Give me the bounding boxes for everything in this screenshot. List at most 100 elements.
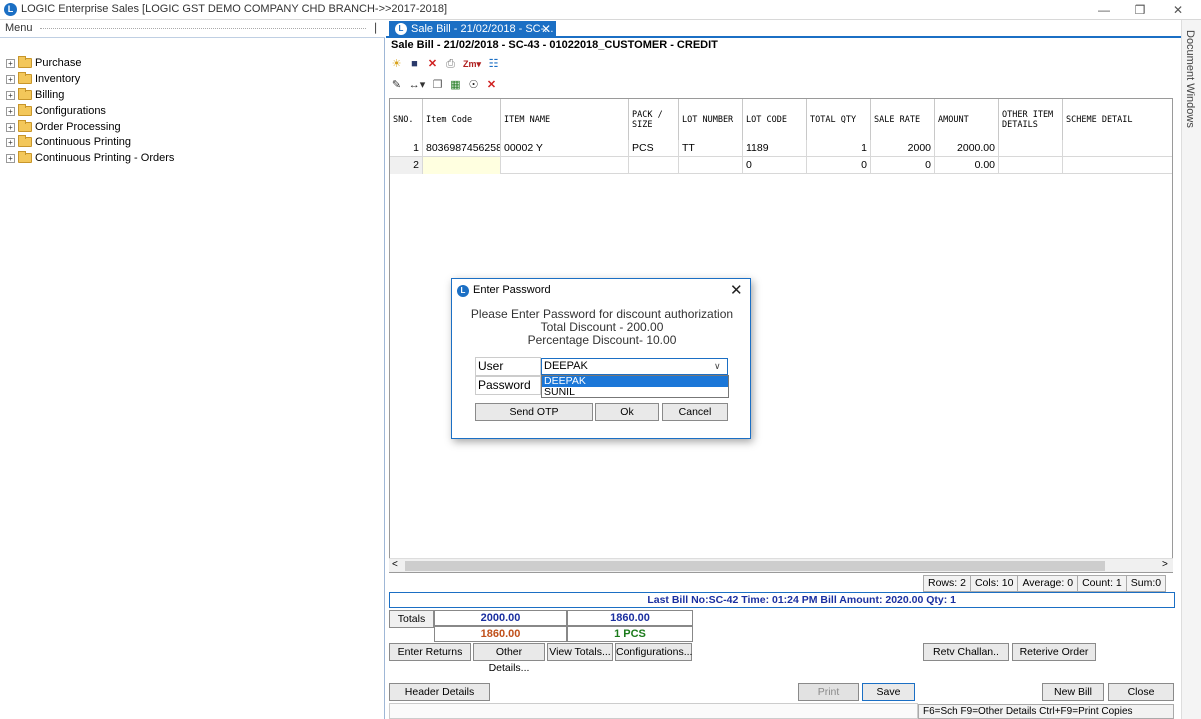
- tab-strip: L Sale Bill - 21/02/2018 - SC-... ✕: [386, 20, 1181, 38]
- scroll-left-icon[interactable]: <: [392, 559, 398, 570]
- cell-scheme-detail[interactable]: [1063, 140, 1172, 157]
- col-header-total-qty[interactable]: TOTAL QTY: [807, 99, 871, 140]
- folder-icon: [18, 88, 32, 100]
- edit-icon[interactable]: ✎: [389, 78, 404, 92]
- cell-item-code[interactable]: 8036987456258: [423, 140, 501, 157]
- dialog-close-icon[interactable]: ✕: [730, 281, 743, 299]
- col-header-item-name[interactable]: ITEM NAME: [501, 99, 629, 140]
- col-header-item-code[interactable]: Item Code: [423, 99, 501, 140]
- enter-returns-button[interactable]: Enter Returns: [389, 643, 471, 661]
- dialog-title: Enter Password: [473, 284, 551, 296]
- cell-lot-number[interactable]: [679, 157, 743, 174]
- cell-scheme-detail[interactable]: [1063, 157, 1172, 174]
- menu-item-billing[interactable]: + Billing: [6, 87, 64, 103]
- total-discount-text: Total Discount - 200.00: [540, 320, 664, 334]
- cell-pack-size[interactable]: [629, 157, 679, 174]
- new-icon[interactable]: ☀: [389, 57, 404, 71]
- cell-total-qty[interactable]: 0: [807, 157, 871, 174]
- save-button[interactable]: Save: [862, 683, 915, 701]
- other-details-button[interactable]: Other Details...: [473, 643, 545, 674]
- expand-icon[interactable]: +: [6, 137, 15, 147]
- cell-amount[interactable]: 0.00: [935, 157, 999, 174]
- col-header-amount[interactable]: AMOUNT: [935, 99, 999, 140]
- menu-item-label: Inventory: [35, 73, 81, 85]
- menu-item-continuous-printing[interactable]: + Continuous Printing: [6, 134, 131, 150]
- col-header-lot-code[interactable]: LOT CODE: [743, 99, 807, 140]
- tab-sale-bill[interactable]: L Sale Bill - 21/02/2018 - SC-... ✕: [389, 21, 556, 38]
- cell-lot-code[interactable]: 0: [743, 157, 807, 174]
- header-details-button[interactable]: Header Details: [389, 683, 490, 701]
- cell-other-item-details[interactable]: [999, 140, 1063, 157]
- user-dropdown-list[interactable]: DEEPAK SUNIL: [541, 375, 729, 398]
- col-header-pack-size[interactable]: PACK / SIZE: [629, 99, 679, 140]
- new-bill-button[interactable]: New Bill: [1042, 683, 1104, 701]
- col-header-sno[interactable]: SNO.: [390, 99, 423, 140]
- cell-item-name[interactable]: 00002 Y: [501, 140, 629, 157]
- expand-icon[interactable]: +: [6, 153, 15, 163]
- save-icon[interactable]: ■: [407, 57, 422, 71]
- option-sunil[interactable]: SUNIL: [542, 387, 728, 398]
- zoom-icon[interactable]: Zm▾: [461, 57, 483, 71]
- cell-sno[interactable]: 2: [390, 157, 423, 174]
- menu-item-inventory[interactable]: + Inventory: [6, 71, 80, 87]
- delete-icon[interactable]: ✕: [425, 57, 440, 71]
- horizontal-scrollbar[interactable]: < >: [389, 558, 1173, 572]
- close-button[interactable]: Close: [1108, 683, 1174, 701]
- network-icon[interactable]: ☷: [486, 57, 501, 71]
- expand-icon[interactable]: +: [6, 74, 15, 84]
- print-button[interactable]: Print: [798, 683, 859, 701]
- cell-pack-size[interactable]: PCS: [629, 140, 679, 157]
- cell-other-item-details[interactable]: [999, 157, 1063, 174]
- menu-item-continuous-printing-orders[interactable]: + Continuous Printing - Orders: [6, 150, 174, 166]
- pin-icon[interactable]: ❘: [371, 21, 380, 34]
- move-icon[interactable]: ↔▾: [407, 78, 427, 92]
- cell-amount[interactable]: 2000.00: [935, 140, 999, 157]
- cell-item-code[interactable]: [423, 157, 501, 174]
- cell-total-qty[interactable]: 1: [807, 140, 871, 157]
- cancel-button[interactable]: Cancel: [662, 403, 728, 421]
- scrollbar-thumb[interactable]: [405, 561, 1105, 571]
- menu-item-purchase[interactable]: + Purchase: [6, 55, 81, 71]
- folder-icon: [18, 135, 32, 147]
- col-header-scheme-detail[interactable]: SCHEME DETAIL: [1063, 99, 1172, 140]
- cell-sale-rate[interactable]: 0: [871, 157, 935, 174]
- close-red-icon[interactable]: ✕: [484, 78, 499, 92]
- cell-sno[interactable]: 1: [390, 140, 423, 157]
- col-header-sale-rate[interactable]: SALE RATE: [871, 99, 935, 140]
- cell-lot-number[interactable]: TT: [679, 140, 743, 157]
- minimize-button[interactable]: —: [1086, 0, 1122, 20]
- chevron-down-icon[interactable]: ∨: [714, 359, 721, 374]
- toolbar-primary: ☀ ■ ✕ ⎙ Zm▾ ☷: [389, 55, 501, 73]
- total-amount: 2000.00: [434, 610, 567, 626]
- col-header-lot-number[interactable]: LOT NUMBER: [679, 99, 743, 140]
- send-otp-button[interactable]: Send OTP: [475, 403, 593, 421]
- excel-icon[interactable]: ▦: [448, 78, 463, 92]
- cell-item-name[interactable]: [501, 157, 629, 174]
- configurations-button[interactable]: Configurations...: [615, 643, 692, 661]
- expand-icon[interactable]: +: [6, 58, 15, 68]
- user-select[interactable]: DEEPAK ∨: [541, 358, 728, 375]
- restore-button[interactable]: ❒: [1122, 0, 1158, 20]
- binoculars-icon[interactable]: ☉: [466, 78, 481, 92]
- ok-button[interactable]: Ok: [595, 403, 659, 421]
- retv-challan-button[interactable]: Retv Challan..: [923, 643, 1009, 661]
- cell-sale-rate[interactable]: 2000: [871, 140, 935, 157]
- enter-password-dialog: L Enter Password ✕ Please Enter Password…: [451, 278, 751, 439]
- document-windows-dock[interactable]: Document Windows: [1181, 20, 1201, 719]
- expand-icon[interactable]: +: [6, 90, 15, 100]
- retrieve-order-button[interactable]: Reterive Order: [1012, 643, 1096, 661]
- expand-icon[interactable]: +: [6, 106, 15, 116]
- menu-item-order-processing[interactable]: + Order Processing: [6, 119, 121, 135]
- view-totals-button[interactable]: View Totals...: [547, 643, 613, 661]
- scroll-right-icon[interactable]: >: [1162, 559, 1168, 570]
- print-icon[interactable]: ⎙: [443, 57, 458, 71]
- tab-close-icon[interactable]: ✕: [541, 22, 551, 36]
- copy-icon[interactable]: ❐: [430, 78, 445, 92]
- col-header-other-item-details[interactable]: OTHER ITEM DETAILS: [999, 99, 1063, 140]
- cell-lot-code[interactable]: 1189: [743, 140, 807, 157]
- menu-item-configurations[interactable]: + Configurations: [6, 103, 106, 119]
- table-row[interactable]: 1 8036987456258 00002 Y PCS TT 1189 1 20…: [390, 140, 1172, 157]
- expand-icon[interactable]: +: [6, 122, 15, 132]
- table-row[interactable]: 2 0 0 0 0.00: [390, 157, 1172, 174]
- close-window-button[interactable]: ✕: [1160, 0, 1196, 20]
